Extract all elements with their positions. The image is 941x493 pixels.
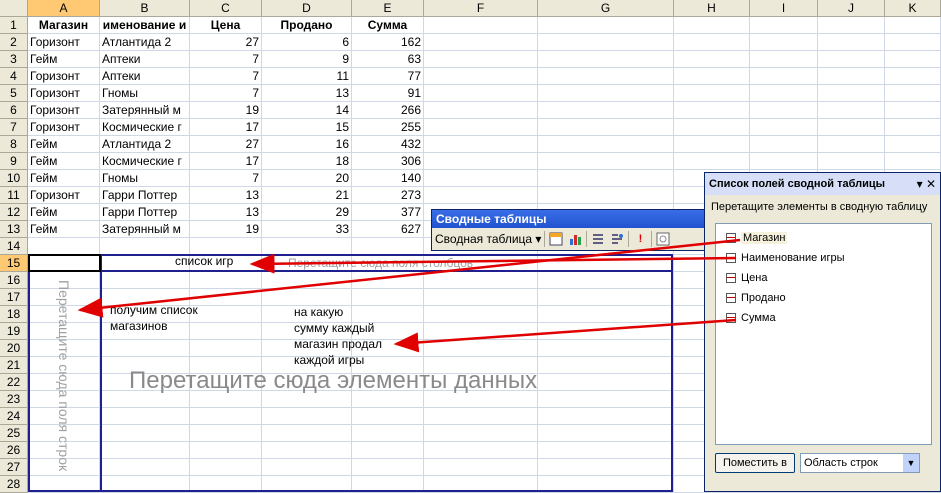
arrow-games xyxy=(249,253,737,274)
annotation-arrows xyxy=(77,238,741,353)
arrow-sums xyxy=(393,318,737,353)
arrow-stores xyxy=(77,238,741,318)
